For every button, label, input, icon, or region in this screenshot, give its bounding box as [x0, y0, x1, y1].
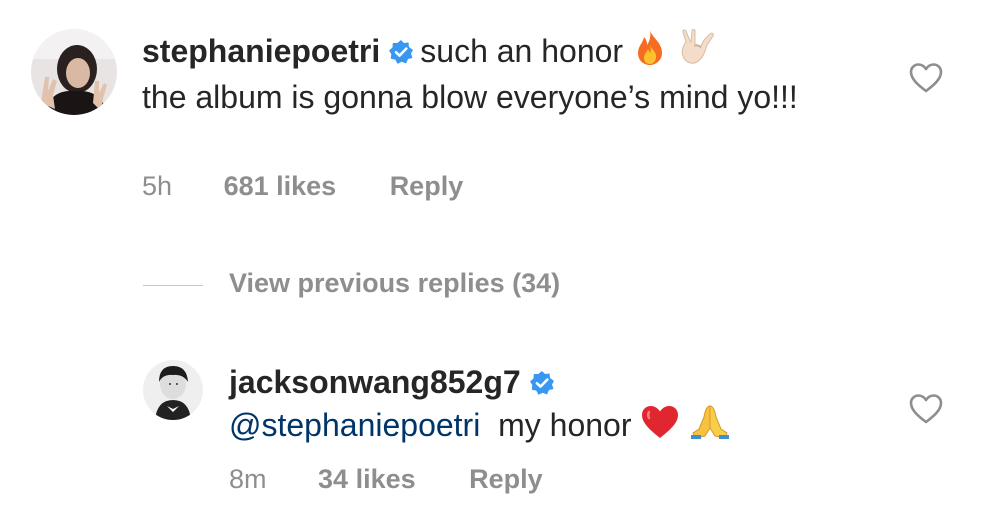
- comment-username[interactable]: stephaniepoetri: [142, 33, 380, 69]
- reply-button[interactable]: Reply: [390, 171, 464, 202]
- comment-meta-row: 5h 681 likes Reply: [142, 171, 463, 202]
- replies-divider-line: [143, 285, 203, 286]
- verified-badge-icon: [529, 365, 555, 395]
- avatar-stephaniepoetri[interactable]: [31, 29, 117, 115]
- rock-on-hand-emoji-icon: [677, 28, 717, 76]
- comment-likes-count[interactable]: 681 likes: [224, 171, 337, 202]
- comment-timestamp: 8m: [229, 464, 267, 494]
- comment-meta-row: 8m 34 likes Reply: [229, 464, 543, 495]
- comment-text: my honor: [498, 407, 632, 443]
- like-heart-icon[interactable]: [909, 393, 943, 425]
- comment-body-stephaniepoetri: stephaniepoetri such an honor the album i…: [142, 28, 862, 118]
- comment-body-jacksonwang852g7: @stephaniepoetri my honor: [229, 402, 731, 450]
- comment-header-jacksonwang852g7: jacksonwang852g7: [229, 362, 561, 402]
- comment-text-first: such an honor: [420, 33, 624, 69]
- comment-username[interactable]: jacksonwang852g7: [229, 364, 521, 400]
- comment-timestamp: 5h: [142, 171, 173, 201]
- folded-hands-emoji-icon: [689, 402, 731, 450]
- fire-emoji-icon: [632, 28, 668, 76]
- like-heart-icon[interactable]: [909, 62, 943, 94]
- view-previous-replies-button[interactable]: View previous replies (34): [229, 268, 560, 299]
- verified-badge-icon: [388, 33, 414, 64]
- comment-text-rest: the album is gonna blow everyone’s mind …: [142, 79, 798, 115]
- mention-link[interactable]: @stephaniepoetri: [229, 407, 480, 443]
- avatar-jacksonwang852g7[interactable]: [143, 360, 203, 420]
- comment-likes-count[interactable]: 34 likes: [318, 464, 416, 495]
- reply-button[interactable]: Reply: [469, 464, 543, 495]
- red-heart-emoji-icon: [640, 404, 680, 450]
